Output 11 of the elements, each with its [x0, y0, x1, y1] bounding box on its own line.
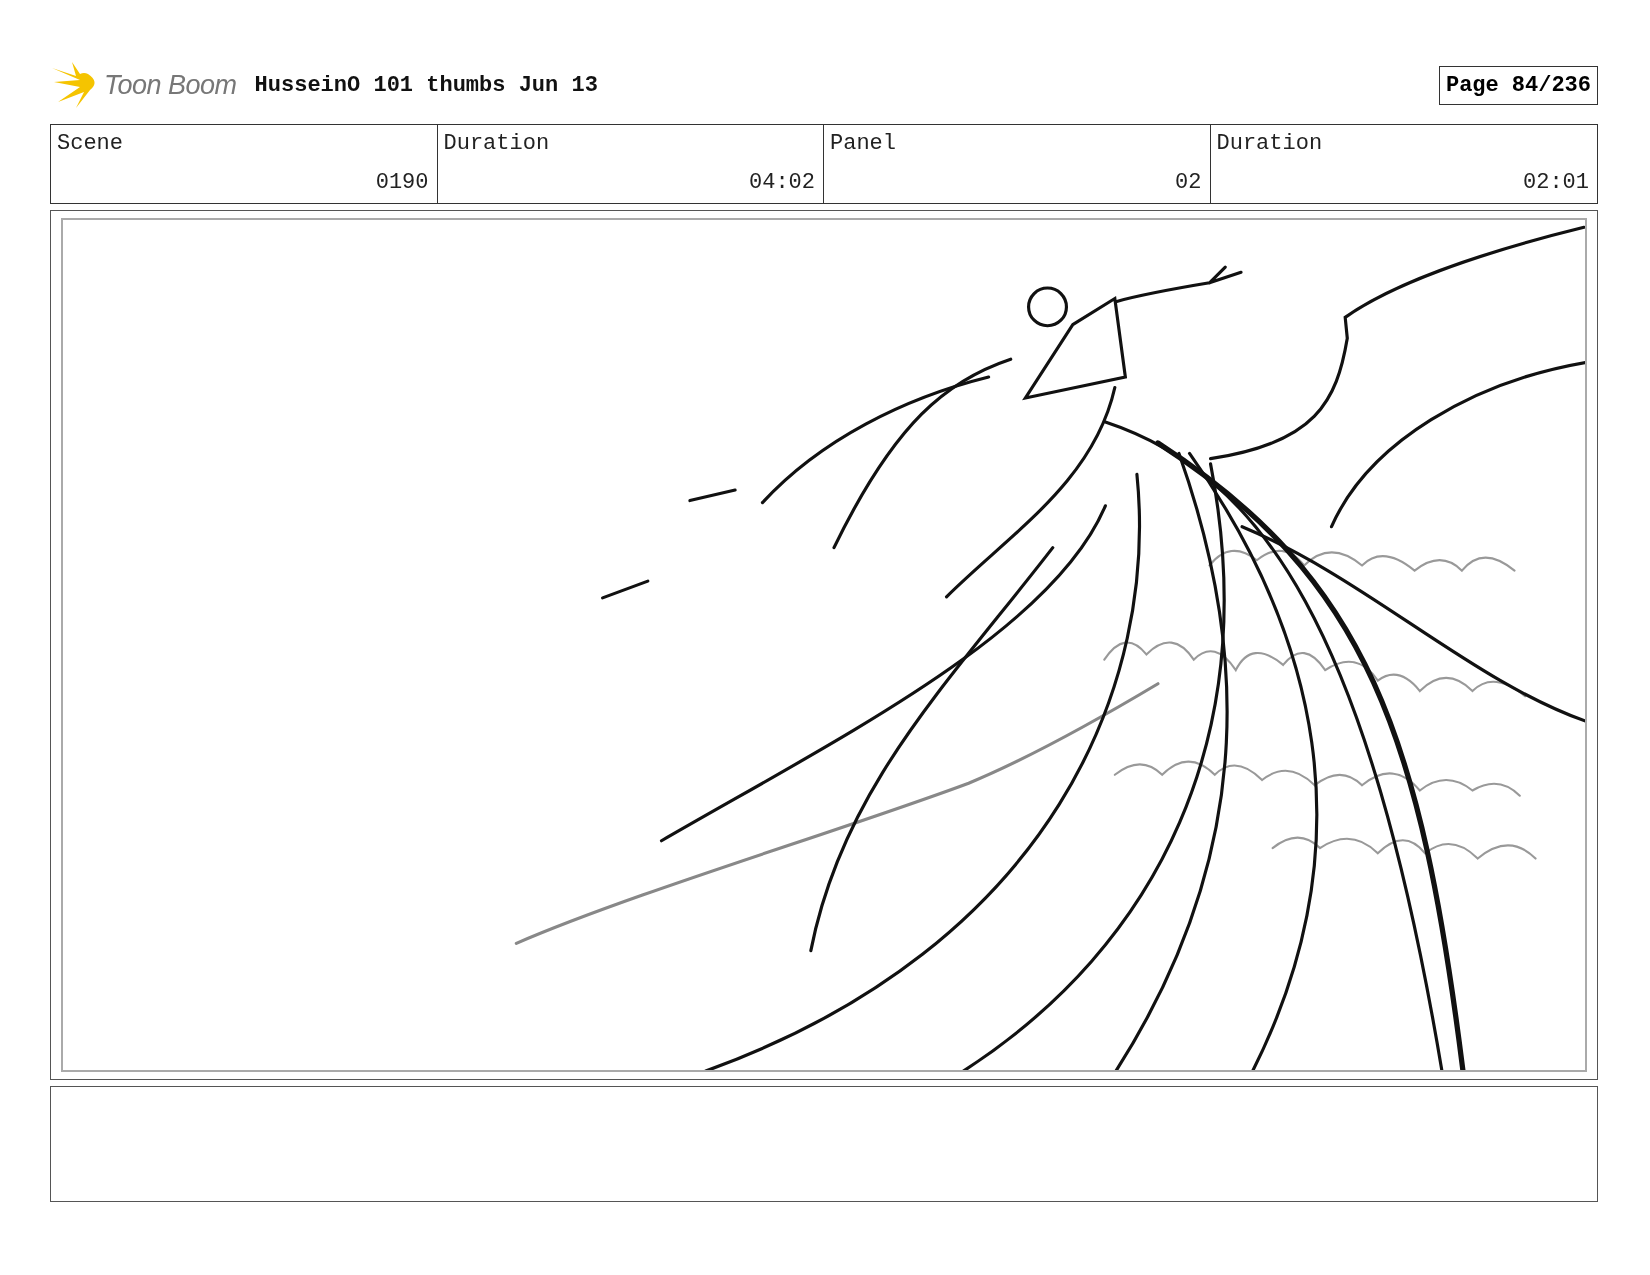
table-cell: 02: [1175, 170, 1202, 195]
document-title: HusseinO 101 thumbs Jun 13: [254, 72, 598, 98]
table-cell: 0190: [375, 170, 429, 195]
page-counter: Page 84/236: [1438, 65, 1598, 105]
column-header: Panel: [830, 131, 896, 156]
logo-text: Toon Boom: [104, 69, 237, 101]
table-cell: 04:02: [749, 170, 815, 195]
column-header: Duration: [1216, 131, 1323, 156]
column-header: Scene: [57, 131, 123, 156]
table-cell: 02:01: [1523, 170, 1589, 195]
column-header: Duration: [443, 131, 550, 156]
